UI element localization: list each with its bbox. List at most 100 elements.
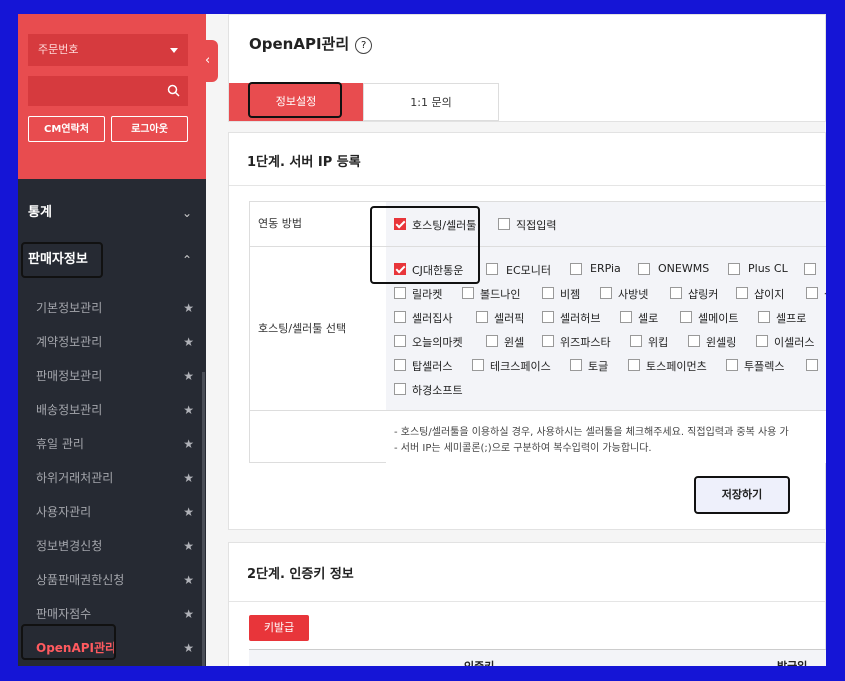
tool-option: 윈셀 xyxy=(504,336,525,349)
note-line: - 호스팅/셀러툴을 이용하실 경우, 사용하시는 셀러툴을 체크해주세요. 직… xyxy=(394,427,789,438)
issue-key-button[interactable]: 키발급 xyxy=(249,615,309,641)
checkbox-tool[interactable] xyxy=(638,263,650,275)
tool-option: EC모니터 xyxy=(506,264,551,277)
checkbox-tool[interactable] xyxy=(394,287,406,299)
checkbox-tool[interactable] xyxy=(486,335,498,347)
tool-option: 이셀러스 xyxy=(774,336,815,349)
checkbox-tool[interactable] xyxy=(728,263,740,275)
sidebar-collapse-button[interactable]: ‹ xyxy=(202,40,218,82)
checkbox-tool[interactable] xyxy=(630,335,642,347)
star-icon[interactable]: ★ xyxy=(183,631,194,665)
tool-option: 볼드나인 xyxy=(480,288,521,301)
checkbox-tool[interactable] xyxy=(570,263,582,275)
menu-section-stats[interactable]: 통계 ⌄ xyxy=(18,193,206,233)
menu-section-seller-info[interactable]: 판매자정보 ⌃ xyxy=(18,240,206,280)
star-icon[interactable]: ★ xyxy=(183,393,194,427)
checkbox-tool[interactable] xyxy=(394,263,406,275)
tool-option: 비젬 xyxy=(560,288,581,301)
caret-down-icon xyxy=(170,48,178,53)
tool-option: 셀메이트 xyxy=(698,312,739,325)
sidebar-item-seller-score[interactable]: 판매자점수 ★ xyxy=(18,597,206,631)
checkbox-tool[interactable] xyxy=(806,359,818,371)
checkbox-tool[interactable] xyxy=(394,383,406,395)
checkbox-tool[interactable] xyxy=(394,311,406,323)
star-icon[interactable]: ★ xyxy=(183,563,194,597)
sidebar-item-label: 계약정보관리 xyxy=(36,335,103,349)
column-header-issue-date: 발급일 xyxy=(777,658,807,666)
star-icon[interactable]: ★ xyxy=(183,291,194,325)
sidebar-item-change-request[interactable]: 정보변경신청 ★ xyxy=(18,529,206,563)
sidebar-item-users[interactable]: 사용자관리 ★ xyxy=(18,495,206,529)
sidebar-item-sales-info[interactable]: 판매정보관리 ★ xyxy=(18,359,206,393)
sidebar-item-holiday[interactable]: 휴일 관리 ★ xyxy=(18,427,206,461)
checkbox-tool[interactable] xyxy=(394,335,406,347)
star-icon[interactable]: ★ xyxy=(183,597,194,631)
search-type-select[interactable]: 주문번호 xyxy=(28,34,188,66)
tab-inquiry[interactable]: 1:1 문의 xyxy=(363,83,499,121)
page-title: OpenAPI관리? xyxy=(249,33,373,54)
tool-option: 셀러픽 xyxy=(494,312,525,325)
checkbox-tool[interactable] xyxy=(620,311,632,323)
star-icon[interactable]: ★ xyxy=(183,325,194,359)
option-hosting-tool: 호스팅/셀러툴 xyxy=(412,219,477,232)
checkbox-tool[interactable] xyxy=(688,335,700,347)
star-icon[interactable]: ★ xyxy=(183,495,194,529)
checkbox-tool[interactable] xyxy=(570,359,582,371)
sidebar-search-panel: 주문번호 CM연락처 로그아웃 xyxy=(18,14,206,179)
app-frame: 주문번호 CM연락처 로그아웃 통계 ⌄ 판매자정보 ⌃ 기본정보관리 ★ 계약정… xyxy=(18,14,826,666)
checkbox-tool[interactable] xyxy=(680,311,692,323)
checkbox-tool[interactable] xyxy=(804,263,816,275)
sidebar-item-shipping-info[interactable]: 배송정보관리 ★ xyxy=(18,393,206,427)
contact-button[interactable]: CM연락처 xyxy=(28,116,105,142)
logout-button[interactable]: 로그아웃 xyxy=(111,116,188,142)
tool-option: 셀러집사 xyxy=(412,312,453,325)
save-button[interactable]: 저장하기 xyxy=(696,478,788,512)
divider xyxy=(229,185,825,186)
sidebar-item-label: 정보변경신청 xyxy=(36,539,103,553)
search-icon[interactable] xyxy=(167,84,180,97)
sidebar-item-label: 상품판매권한신청 xyxy=(36,573,125,587)
menu-section-label: 판매자정보 xyxy=(28,252,88,267)
tool-option: 셀프로 xyxy=(776,312,807,325)
sidebar-item-openapi[interactable]: OpenAPI관리 ★ xyxy=(18,631,206,665)
checkbox-tool[interactable] xyxy=(806,287,818,299)
page-header: OpenAPI관리? 정보설정 1:1 문의 xyxy=(228,14,826,122)
help-icon[interactable]: ? xyxy=(355,37,373,54)
tool-option: CJ대한통운 xyxy=(412,264,464,277)
step1-title: 1단계. 서버 IP 등록 xyxy=(247,155,361,170)
tool-option: ㅂ xyxy=(824,262,826,278)
checkbox-tool[interactable] xyxy=(758,311,770,323)
checkbox-tool[interactable] xyxy=(756,335,768,347)
checkbox-tool[interactable] xyxy=(472,359,484,371)
checkbox-tool[interactable] xyxy=(476,311,488,323)
star-icon[interactable]: ★ xyxy=(183,359,194,393)
tool-option: 투플렉스 xyxy=(744,360,785,373)
checkbox-tool[interactable] xyxy=(726,359,738,371)
tool-option: 셀로 xyxy=(638,312,659,325)
tool-option: 토글 xyxy=(588,360,609,373)
checkbox-tool[interactable] xyxy=(462,287,474,299)
sidebar-scrollbar[interactable] xyxy=(202,372,205,666)
checkbox-tool[interactable] xyxy=(486,263,498,275)
checkbox-tool[interactable] xyxy=(542,311,554,323)
star-icon[interactable]: ★ xyxy=(183,427,194,461)
sidebar-item-permission-request[interactable]: 상품판매권한신청 ★ xyxy=(18,563,206,597)
tab-info-settings[interactable]: 정보설정 xyxy=(229,83,363,121)
checkbox-tool[interactable] xyxy=(394,359,406,371)
search-input[interactable] xyxy=(28,76,188,106)
checkbox-tool[interactable] xyxy=(628,359,640,371)
sidebar-item-label: 사용자관리 xyxy=(36,505,92,519)
checkbox-tool[interactable] xyxy=(670,287,682,299)
link-method-cell: 호스팅/셀러툴 직접입력 xyxy=(386,202,826,246)
checkbox-tool[interactable] xyxy=(542,287,554,299)
sidebar-item-basic-info[interactable]: 기본정보관리 ★ xyxy=(18,291,206,325)
star-icon[interactable]: ★ xyxy=(183,529,194,563)
checkbox-direct-input[interactable] xyxy=(498,218,510,230)
checkbox-tool[interactable] xyxy=(736,287,748,299)
checkbox-tool[interactable] xyxy=(542,335,554,347)
checkbox-tool[interactable] xyxy=(600,287,612,299)
sidebar-item-sub-vendor[interactable]: 하위거래처관리 ★ xyxy=(18,461,206,495)
sidebar-item-contract-info[interactable]: 계약정보관리 ★ xyxy=(18,325,206,359)
checkbox-hosting-tool[interactable] xyxy=(394,218,406,230)
star-icon[interactable]: ★ xyxy=(183,461,194,495)
